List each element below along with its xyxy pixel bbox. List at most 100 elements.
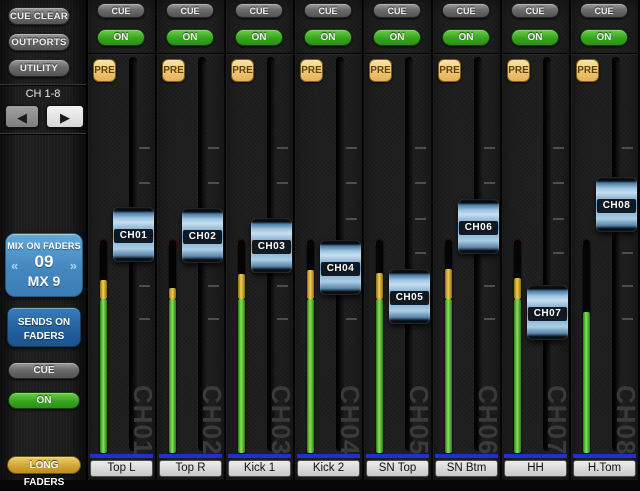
pre-badge[interactable]: PRE xyxy=(369,59,392,82)
channel-name[interactable]: Top L xyxy=(90,460,153,477)
channel-strip: CUE ON PRE CH05 CH05 SN Top xyxy=(364,0,431,480)
meter-yellow-segment xyxy=(100,280,107,299)
channel-cue-button[interactable]: CUE xyxy=(373,3,421,18)
channel-on-button[interactable]: ON xyxy=(442,29,490,46)
pre-badge[interactable]: PRE xyxy=(162,59,185,82)
pre-badge[interactable]: PRE xyxy=(507,59,530,82)
channel-strip: CUE ON PRE CH03 CH03 Kick 1 xyxy=(226,0,293,480)
pre-badge[interactable]: PRE xyxy=(300,59,323,82)
channel-cue-button[interactable]: CUE xyxy=(511,3,559,18)
channel-name[interactable]: SN Top xyxy=(366,460,429,477)
channel-name[interactable]: H.Tom xyxy=(573,460,636,477)
fader-scale-ticks xyxy=(139,147,150,149)
channel-cue-button[interactable]: CUE xyxy=(304,3,352,18)
channel-name[interactable]: Top R xyxy=(159,460,222,477)
divider xyxy=(502,53,569,54)
meter-yellow-segment xyxy=(307,270,314,299)
level-meter xyxy=(583,240,590,455)
fader-handle[interactable]: CH01 xyxy=(113,207,154,262)
channel-on-button[interactable]: ON xyxy=(97,29,145,46)
pre-badge[interactable]: PRE xyxy=(438,59,461,82)
fader-handle[interactable]: CH05 xyxy=(389,269,430,324)
channel-cue-button[interactable]: CUE xyxy=(580,3,628,18)
outports-button[interactable]: OUTPORTS xyxy=(8,33,70,51)
mix-prev-icon[interactable]: « xyxy=(11,258,18,273)
fader-handle-label: CH03 xyxy=(252,240,291,254)
level-meter xyxy=(514,240,521,455)
meter-green-segment xyxy=(514,299,521,453)
meter-green-segment xyxy=(376,299,383,453)
channel-number-ghost: CH05 xyxy=(406,385,432,455)
bank-prev-button[interactable]: ◀ xyxy=(5,105,39,128)
sidebar-cue-button[interactable]: CUE xyxy=(8,362,80,379)
level-meter xyxy=(238,240,245,455)
fader-handle-label: CH04 xyxy=(321,262,360,276)
fader-scale-ticks xyxy=(208,147,219,149)
channel-name[interactable]: SN Btm xyxy=(435,460,498,477)
divider xyxy=(433,53,500,54)
sidebar-on-button[interactable]: ON xyxy=(8,392,80,409)
channel-number-ghost: CH01 xyxy=(130,385,156,455)
channel-on-button[interactable]: ON xyxy=(166,29,214,46)
channel-color-bar xyxy=(366,454,429,458)
mix-next-icon[interactable]: » xyxy=(70,258,77,273)
pre-badge[interactable]: PRE xyxy=(576,59,599,82)
channel-number-ghost: CH04 xyxy=(337,385,363,455)
meter-green-segment xyxy=(169,299,176,453)
fader-handle[interactable]: CH06 xyxy=(458,199,499,254)
channel-bank-label: CH 1-8 xyxy=(0,88,86,100)
channel-cue-button[interactable]: CUE xyxy=(166,3,214,18)
fader-handle[interactable]: CH08 xyxy=(596,177,637,232)
fader-handle[interactable]: CH07 xyxy=(527,285,568,340)
channel-name[interactable]: HH xyxy=(504,460,567,477)
fader-handle-label: CH01 xyxy=(114,229,153,243)
bank-next-button[interactable]: ▶ xyxy=(46,105,84,128)
channel-cue-button[interactable]: CUE xyxy=(442,3,490,18)
level-meter xyxy=(376,240,383,455)
channel-number-ghost: CH03 xyxy=(268,385,294,455)
fader-handle[interactable]: CH03 xyxy=(251,218,292,273)
channel-strip: CUE ON PRE CH07 CH07 HH xyxy=(502,0,569,480)
fader-scale-ticks xyxy=(415,147,426,149)
mix-on-faders-selector[interactable]: MIX ON FADERS 09 MX 9 « » xyxy=(5,233,83,297)
channel-on-button[interactable]: ON xyxy=(304,29,352,46)
utility-button[interactable]: UTILITY xyxy=(8,59,70,77)
channel-cue-button[interactable]: CUE xyxy=(97,3,145,18)
fader-handle-label: CH06 xyxy=(459,221,498,235)
channel-color-bar xyxy=(435,454,498,458)
meter-yellow-segment xyxy=(445,269,452,299)
divider xyxy=(157,53,224,54)
channel-strip: CUE ON PRE CH04 CH04 Kick 2 xyxy=(295,0,362,480)
channel-on-button[interactable]: ON xyxy=(580,29,628,46)
long-faders-button[interactable]: LONG FADERS xyxy=(7,456,81,474)
mix-name: MX 9 xyxy=(6,273,82,289)
divider xyxy=(0,84,86,85)
fader-handle[interactable]: CH02 xyxy=(182,208,223,263)
channel-cue-button[interactable]: CUE xyxy=(235,3,283,18)
channel-on-button[interactable]: ON xyxy=(511,29,559,46)
channel-color-bar xyxy=(297,454,360,458)
meter-yellow-segment xyxy=(169,288,176,299)
fader-handle-label: CH07 xyxy=(528,307,567,321)
fader-scale-ticks xyxy=(622,147,633,149)
channel-color-bar xyxy=(228,454,291,458)
meter-yellow-segment xyxy=(376,273,383,299)
channel-color-bar xyxy=(159,454,222,458)
cue-clear-button[interactable]: CUE CLEAR xyxy=(8,7,70,25)
sidebar: CUE CLEAR OUTPORTS UTILITY CH 1-8 ◀ ▶ MI… xyxy=(0,0,88,480)
channel-on-button[interactable]: ON xyxy=(235,29,283,46)
pre-badge[interactable]: PRE xyxy=(231,59,254,82)
channel-name[interactable]: Kick 1 xyxy=(228,460,291,477)
arrow-left-icon: ◀ xyxy=(17,110,27,125)
divider xyxy=(364,53,431,54)
channel-number-ghost: CH08 xyxy=(613,385,639,455)
pre-badge[interactable]: PRE xyxy=(93,59,116,82)
channel-number-ghost: CH02 xyxy=(199,385,225,455)
channel-color-bar xyxy=(504,454,567,458)
level-meter xyxy=(100,240,107,455)
channel-name[interactable]: Kick 2 xyxy=(297,460,360,477)
meter-green-segment xyxy=(238,299,245,453)
sends-on-faders-button[interactable]: SENDS ON FADERS xyxy=(7,307,81,347)
channel-on-button[interactable]: ON xyxy=(373,29,421,46)
fader-handle[interactable]: CH04 xyxy=(320,240,361,295)
